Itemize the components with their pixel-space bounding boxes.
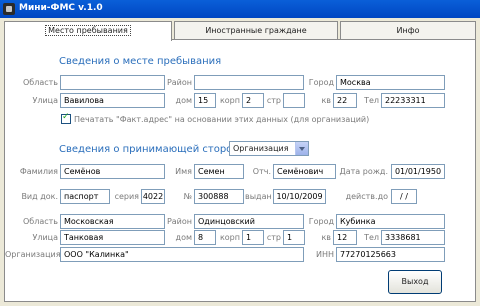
stay-str-input[interactable] [283, 93, 305, 108]
title-bar[interactable]: Мини-ФМС v.1.0 [0, 0, 480, 18]
host-patronymic-input[interactable]: Семёнович [273, 164, 336, 179]
stay-phone-input[interactable]: 22233311 [381, 93, 445, 108]
stay-korp-label: корп [219, 96, 240, 105]
stay-region-input[interactable] [60, 75, 165, 90]
host-inn-input[interactable]: 77270125663 [336, 247, 445, 262]
tab-panel: Сведения о месте пребывания Область Райо… [4, 39, 476, 302]
host-apt-label: кв [321, 233, 331, 242]
app-icon [3, 3, 15, 15]
stay-city-label: Город [308, 78, 334, 87]
host-name-label: Имя [175, 167, 192, 176]
stay-korp-input[interactable]: 2 [242, 93, 264, 108]
host-city-label: Город [308, 217, 334, 226]
stay-district-input[interactable] [194, 75, 304, 90]
host-series-input[interactable]: 4022 [141, 189, 165, 204]
host-house-input[interactable]: 8 [194, 230, 216, 245]
tab-label: Место пребывания [45, 25, 131, 36]
host-korp-input[interactable]: 1 [242, 230, 264, 245]
host-issued-label: выдан [245, 192, 272, 201]
host-str-input[interactable]: 1 [283, 230, 305, 245]
host-region-label: Область [22, 217, 58, 226]
host-birth-input[interactable]: 01/01/1950 [391, 164, 445, 179]
stay-district-label: Район [166, 78, 192, 87]
stay-str-label: стр [266, 96, 281, 105]
stay-house-input[interactable]: 15 [194, 93, 216, 108]
host-number-input[interactable]: 300888 [194, 189, 244, 204]
stay-street-input[interactable]: Вавилова [60, 93, 165, 108]
host-house-label: дом [175, 233, 192, 242]
print-fact-address-label: Печатать "Факт.адрес" на основании этих … [74, 115, 370, 124]
host-phone-label: Тел [364, 233, 379, 242]
stay-phone-label: Тел [364, 96, 379, 105]
tab-place-of-stay[interactable]: Место пребывания [4, 21, 172, 41]
host-org-input[interactable]: ООО "Калинка" [60, 247, 304, 262]
host-doc-type-label: Вид док. [21, 192, 58, 201]
host-phone-input[interactable]: 3338681 [381, 230, 445, 245]
stay-apt-input[interactable]: 22 [333, 93, 357, 108]
stay-city-input[interactable]: Москва [336, 75, 445, 90]
stay-street-label: Улица [32, 96, 58, 105]
host-patronymic-label: Отч. [252, 167, 271, 176]
host-type-select[interactable]: Организация [229, 141, 309, 156]
stay-house-label: дом [175, 96, 192, 105]
host-birth-label: Дата рожд. [339, 167, 388, 176]
host-name-input[interactable]: Семен [194, 164, 244, 179]
stay-section-title: Сведения о месте пребывания [59, 56, 222, 67]
host-section-title: Сведения о принимающей стороне [59, 144, 245, 155]
host-str-label: стр [266, 233, 281, 242]
host-inn-label: ИНН [315, 250, 334, 259]
host-surname-label: Фамилия [19, 167, 58, 176]
host-doc-type-input[interactable]: паспорт [60, 189, 110, 204]
host-series-label: серия [114, 192, 139, 201]
tab-bar: Место пребывания Иностранные граждане Ин… [4, 21, 476, 41]
host-number-label: № [183, 192, 192, 201]
host-region-input[interactable]: Московская [60, 214, 165, 229]
tab-foreign-citizens[interactable]: Иностранные граждане [174, 21, 338, 40]
tab-info[interactable]: Инфо [340, 21, 476, 40]
app-window: Мини-ФМС v.1.0 Место пребывания Иностран… [0, 0, 480, 306]
host-surname-input[interactable]: Семёнов [60, 164, 165, 179]
host-district-input[interactable]: Одинцовский [194, 214, 304, 229]
chevron-down-icon[interactable] [295, 142, 308, 155]
host-valid-until-label: действ.до [345, 192, 388, 201]
host-korp-label: корп [219, 233, 240, 242]
window-title: Мини-ФМС v.1.0 [19, 3, 103, 13]
host-district-label: Район [166, 217, 192, 226]
host-street-label: Улица [32, 233, 58, 242]
exit-button[interactable]: Выход [388, 270, 442, 294]
host-city-input[interactable]: Кубинка [336, 214, 445, 229]
stay-region-label: Область [22, 78, 58, 87]
host-valid-until-input[interactable]: / / [391, 189, 417, 204]
host-type-value: Организация [233, 144, 289, 153]
host-issued-input[interactable]: 10/10/2009 [273, 189, 326, 204]
print-fact-address-checkbox[interactable] [61, 112, 71, 124]
host-apt-input[interactable]: 12 [333, 230, 357, 245]
host-org-label: Организация [5, 250, 61, 259]
stay-apt-label: кв [321, 96, 331, 105]
host-street-input[interactable]: Танковая [60, 230, 165, 245]
